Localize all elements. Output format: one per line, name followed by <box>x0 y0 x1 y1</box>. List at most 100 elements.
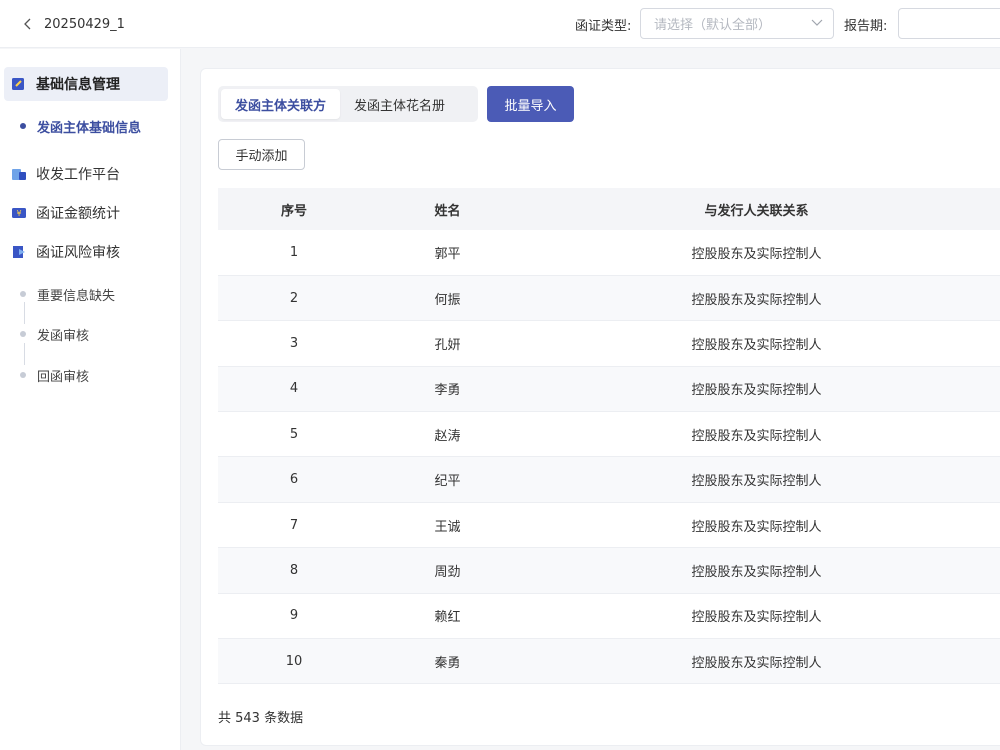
cell-relation: 控股股东及实际控制人 <box>525 320 988 367</box>
filter-type-label: 函证类型: <box>575 19 632 34</box>
table-row[interactable]: 10 秦勇 控股股东及实际控制人 <box>218 638 1000 685</box>
sidebar-subitem-reply-review[interactable]: 回函审核 <box>20 364 89 386</box>
column-header-relation: 与发行人关联关系 <box>525 188 988 230</box>
table-row[interactable]: 2 何振 控股股东及实际控制人 <box>218 275 1000 322</box>
cell-name: 周劲 <box>370 547 525 594</box>
cell-relation: 控股股东及实际控制人 <box>525 638 988 685</box>
cell-extra <box>988 366 1000 413</box>
cell-name: 孔妍 <box>370 320 525 367</box>
sidebar-subitem-label: 发函主体基础信息 <box>37 120 142 136</box>
cell-extra <box>988 502 1000 549</box>
cell-name: 何振 <box>370 275 525 322</box>
cell-name: 秦勇 <box>370 638 525 685</box>
report-period-input[interactable] <box>898 8 1000 39</box>
table-row[interactable]: 9 赖红 控股股东及实际控制人 <box>218 593 1000 640</box>
cell-name: 王诚 <box>370 502 525 549</box>
cell-index: 9 <box>218 593 370 640</box>
sidebar-item-basic-info[interactable]: 基础信息管理 <box>4 67 168 101</box>
platform-icon <box>10 165 28 183</box>
cell-extra <box>988 275 1000 322</box>
cell-index: 8 <box>218 547 370 594</box>
table-row[interactable]: 5 赵涛 控股股东及实际控制人 <box>218 411 1000 458</box>
cell-extra <box>988 593 1000 640</box>
sidebar-subitem-label: 回函审核 <box>37 369 90 385</box>
manual-add-button[interactable]: 手动添加 <box>218 139 305 170</box>
cell-relation: 控股股东及实际控制人 <box>525 230 988 276</box>
cell-extra <box>988 320 1000 367</box>
chevron-left-icon <box>16 18 40 30</box>
timeline-connector <box>24 343 25 365</box>
table-row[interactable]: 8 周劲 控股股东及实际控制人 <box>218 547 1000 594</box>
cell-extra <box>988 411 1000 458</box>
cell-relation: 控股股东及实际控制人 <box>525 411 988 458</box>
cell-index: 1 <box>218 230 370 276</box>
sidebar-subitem-label: 重要信息缺失 <box>37 288 116 304</box>
cell-relation: 控股股东及实际控制人 <box>525 366 988 413</box>
sidebar-item-label: 函证金额统计 <box>36 206 120 222</box>
sidebar-item-risk-review[interactable]: 函证风险审核 <box>4 235 168 269</box>
cell-name: 郭平 <box>370 230 525 276</box>
sidebar-item-label: 收发工作平台 <box>36 167 120 183</box>
cell-name: 赖红 <box>370 593 525 640</box>
tab-roster[interactable]: 发函主体花名册 <box>340 89 459 119</box>
cell-name: 赵涛 <box>370 411 525 458</box>
table-row[interactable]: 6 纪平 控股股东及实际控制人 <box>218 456 1000 503</box>
cell-relation: 控股股东及实际控制人 <box>525 275 988 322</box>
chevron-down-icon <box>811 16 823 31</box>
cell-index: 3 <box>218 320 370 367</box>
sidebar: 基础信息管理 发函主体基础信息 收发工作平台 ¥ 函证金额统计 函证风险审核 重… <box>0 49 181 750</box>
doc-edit-icon <box>10 75 28 93</box>
cell-extra <box>988 230 1000 276</box>
bullet-dot <box>20 372 26 378</box>
table-row[interactable]: 1 郭平 控股股东及实际控制人 <box>218 230 1000 276</box>
bullet-dot <box>20 291 26 297</box>
cell-extra <box>988 638 1000 685</box>
cell-index: 10 <box>218 638 370 685</box>
top-bar: 20250429_1 函证类型: 请选择（默认全部） 报告期: <box>0 0 1000 48</box>
table-row[interactable]: 7 王诚 控股股东及实际控制人 <box>218 502 1000 549</box>
bullet-dot <box>20 123 26 129</box>
cell-index: 7 <box>218 502 370 549</box>
tab-switcher: 发函主体关联方 发函主体花名册 <box>218 86 478 122</box>
cell-index: 2 <box>218 275 370 322</box>
report-period-label: 报告期: <box>844 19 888 34</box>
table-header-row: 序号 姓名 与发行人关联关系 <box>218 188 1000 230</box>
batch-import-button[interactable]: 批量导入 <box>487 86 574 122</box>
column-header-extra <box>988 188 1000 230</box>
column-header-name: 姓名 <box>370 188 525 230</box>
sidebar-item-platform[interactable]: 收发工作平台 <box>4 157 168 191</box>
cell-name: 李勇 <box>370 366 525 413</box>
project-name: 20250429_1 <box>44 16 125 32</box>
cell-relation: 控股股东及实际控制人 <box>525 456 988 503</box>
svg-text:¥: ¥ <box>16 209 21 218</box>
related-party-table: 序号 姓名 与发行人关联关系 1 郭平 控股股东及实际控制人 2 何振 控股股东及实际控制… <box>218 188 1000 685</box>
sidebar-item-label: 基础信息管理 <box>36 77 120 93</box>
cell-relation: 控股股东及实际控制人 <box>525 547 988 594</box>
column-header-index: 序号 <box>218 188 370 230</box>
table-row[interactable]: 3 孔妍 控股股东及实际控制人 <box>218 320 1000 367</box>
sidebar-subitem-label: 发函审核 <box>37 328 90 344</box>
timeline-connector <box>24 302 25 324</box>
cell-relation: 控股股东及实际控制人 <box>525 502 988 549</box>
bullet-dot <box>20 331 26 337</box>
back-button[interactable]: 20250429_1 <box>16 12 125 36</box>
tab-related-parties[interactable]: 发函主体关联方 <box>221 89 341 119</box>
sidebar-item-label: 函证风险审核 <box>36 245 120 261</box>
main-card: 发函主体关联方 发函主体花名册 批量导入 手动添加 序号 姓名 与发行人关联关系… <box>200 68 1000 746</box>
cell-name: 纪平 <box>370 456 525 503</box>
sidebar-subitem-missing-info[interactable]: 重要信息缺失 <box>20 283 115 305</box>
sidebar-subitem-issuer-info[interactable]: 发函主体基础信息 <box>20 115 141 137</box>
cell-index: 5 <box>218 411 370 458</box>
filter-type-placeholder: 请选择（默认全部） <box>654 18 772 33</box>
money-stat-icon: ¥ <box>10 204 28 222</box>
sidebar-item-amount-stats[interactable]: ¥ 函证金额统计 <box>4 196 168 230</box>
table-row[interactable]: 4 李勇 控股股东及实际控制人 <box>218 366 1000 413</box>
total-count: 共 543 条数据 <box>218 711 304 726</box>
cell-relation: 控股股东及实际控制人 <box>525 593 988 640</box>
cell-extra <box>988 547 1000 594</box>
risk-review-icon <box>10 243 28 261</box>
cell-index: 6 <box>218 456 370 503</box>
cell-index: 4 <box>218 366 370 413</box>
sidebar-subitem-send-review[interactable]: 发函审核 <box>20 323 89 345</box>
filter-type-select[interactable]: 请选择（默认全部） <box>640 8 834 39</box>
